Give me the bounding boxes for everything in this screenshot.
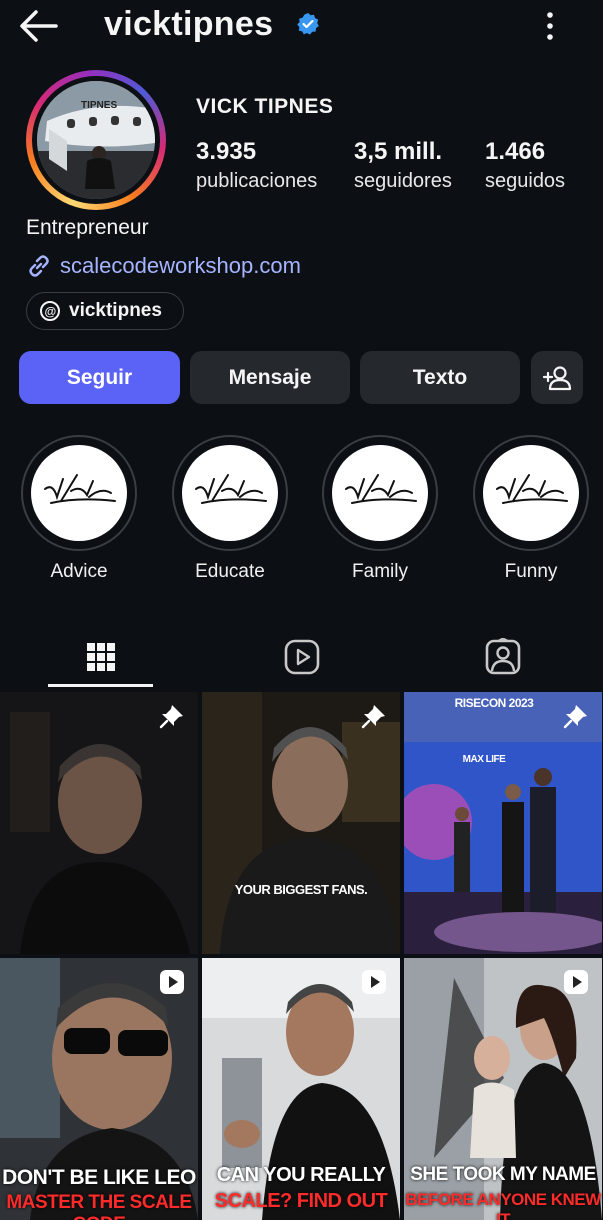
story-ring[interactable]: TIPNES — [26, 70, 166, 210]
post-caption-secondary: BEFORE ANYONE KNEW IT — [405, 1190, 601, 1220]
stat-label: seguidos — [485, 170, 566, 192]
post-caption: SHE TOOK MY NAME — [410, 1164, 596, 1185]
tagged-icon — [485, 638, 520, 675]
stat-followers[interactable]: 3,5 mill. seguidores — [354, 138, 452, 193]
add-person-icon — [542, 365, 572, 390]
stat-following[interactable]: 1.466 seguidos — [485, 138, 565, 193]
stat-value: 3.935 — [196, 138, 257, 165]
post-thumbnail — [202, 692, 400, 954]
post-caption: YOUR BIGGEST FANS. — [234, 882, 368, 897]
highlight-label: Family — [352, 561, 408, 582]
highlight-family[interactable]: Family — [320, 435, 440, 583]
stat-value: 1.466 — [485, 138, 546, 165]
display-name: VICK TIPNES — [196, 95, 334, 118]
pin-icon — [361, 705, 385, 729]
stat-label: publicaciones — [196, 170, 318, 192]
post-caption: MAX LIFE — [462, 754, 506, 765]
post-caption: DON'T BE LIKE LEO — [2, 1166, 196, 1189]
bio-text: Entrepreneur — [26, 216, 149, 239]
profile-username: vicktipnes — [104, 5, 274, 43]
post-tile[interactable] — [0, 692, 198, 954]
highlight-advice[interactable]: Advice — [19, 435, 139, 583]
highlight-cover — [483, 445, 579, 541]
post-thumbnail — [404, 692, 602, 954]
highlight-educate[interactable]: Educate — [170, 435, 290, 583]
post-caption-secondary: RISECON 2023 — [454, 696, 534, 710]
threads-badge[interactable]: @ vicktipnes — [26, 292, 184, 330]
highlight-cover — [332, 445, 428, 541]
reels-icon — [284, 639, 319, 675]
arrow-left-icon — [20, 10, 58, 42]
highlight-cover — [31, 445, 127, 541]
reel-icon — [564, 970, 588, 994]
pin-icon — [563, 705, 587, 729]
highlight-label: Funny — [504, 561, 558, 582]
highlight-label: Educate — [195, 561, 265, 582]
link-text[interactable]: scalecodeworkshop.com — [60, 253, 301, 279]
back-button[interactable] — [18, 8, 60, 44]
more-options-button[interactable] — [536, 10, 564, 42]
threads-icon: @ — [40, 301, 60, 321]
pin-icon — [159, 705, 183, 729]
highlight-funny[interactable]: Funny — [471, 435, 591, 583]
follow-button[interactable]: Seguir — [19, 351, 180, 404]
suggest-people-button[interactable] — [531, 351, 583, 404]
post-caption-secondary: MASTER THE SCALE CODE — [6, 1192, 192, 1220]
more-vertical-icon — [547, 12, 553, 40]
stat-posts[interactable]: 3.935 publicaciones — [196, 138, 317, 193]
highlight-cover — [182, 445, 278, 541]
tab-posts-grid[interactable] — [0, 627, 201, 687]
grid-icon — [86, 643, 115, 671]
active-tab-indicator — [48, 684, 153, 687]
reel-icon — [160, 970, 184, 994]
profile-avatar: TIPNES — [37, 81, 155, 199]
tab-reels[interactable] — [201, 627, 402, 687]
post-tile[interactable]: SHE TOOK MY NAME BEFORE ANYONE KNEW IT — [404, 958, 602, 1220]
profile-link[interactable]: scalecodeworkshop.com — [26, 252, 301, 280]
highlight-label: Advice — [50, 561, 108, 582]
stat-value: 3,5 mill. — [354, 138, 443, 165]
post-tile[interactable]: YOUR BIGGEST FANS. — [202, 692, 400, 954]
post-caption: CAN YOU REALLY — [216, 1164, 386, 1186]
link-icon — [29, 255, 49, 277]
tab-tagged[interactable] — [402, 627, 603, 687]
post-tile[interactable]: DON'T BE LIKE LEO MASTER THE SCALE CODE — [0, 958, 198, 1220]
post-tile[interactable]: CAN YOU REALLY SCALE? FIND OUT — [202, 958, 400, 1220]
verified-badge-icon — [297, 13, 319, 35]
top-bar: vicktipnes — [0, 0, 603, 52]
text-button[interactable]: Texto — [360, 351, 520, 404]
post-tile[interactable]: MAX LIFE RISECON 2023 — [404, 692, 602, 954]
post-thumbnail — [0, 692, 198, 954]
avatar-plane-text: TIPNES — [81, 100, 117, 111]
stat-label: seguidores — [354, 170, 452, 192]
post-caption-secondary: SCALE? FIND OUT — [214, 1190, 388, 1212]
message-button[interactable]: Mensaje — [190, 351, 350, 404]
svg-text:@: @ — [45, 305, 57, 319]
reel-icon — [362, 970, 386, 994]
threads-handle: vicktipnes — [69, 300, 162, 321]
